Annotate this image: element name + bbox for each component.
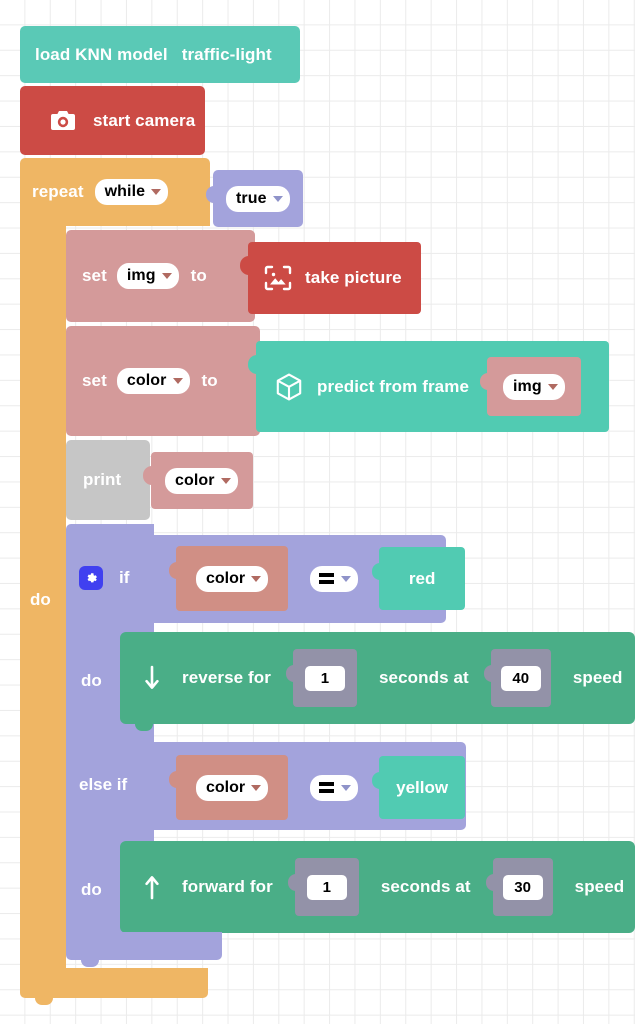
gear-icon[interactable] [79,566,103,590]
chevron-down-icon [341,784,352,791]
forward-speed-block[interactable]: 30 [485,858,553,916]
camera-icon [50,110,76,132]
set-color-variable-value: color [126,372,167,389]
arrow-up-icon [144,874,160,900]
forward-duration-block[interactable]: 1 [287,858,359,916]
elseif-left-operand-dropdown[interactable]: color [196,774,269,801]
reverse-speed-input[interactable]: 40 [500,665,541,691]
image-frame-icon [263,264,293,292]
elseif-label: else if [79,775,128,794]
elseif-left-operand-value: color [206,778,246,796]
load-model-name: traffic-light [181,44,272,64]
print-argument-value: color [175,471,215,489]
if-condition-row: color red [168,546,466,611]
chevron-down-icon [547,383,558,390]
set-color-keyword: set [82,371,107,390]
repeat-keyword: repeat [32,182,84,201]
forward-speed-label: speed [574,877,625,896]
forward-mid-label: seconds at [380,877,471,896]
predict-arg-value: img [513,377,542,395]
print-keyword: print [83,470,122,489]
forward-duration-input[interactable]: 1 [306,874,347,900]
elseif-left-operand-block[interactable]: color [168,755,289,820]
if-left-operand-value: color [206,569,246,587]
reverse-speed-block[interactable]: 40 [483,649,551,707]
repeat-mode-value: while [104,183,146,200]
block-take-picture[interactable]: take picture [240,242,421,314]
load-model-label: load KNN model [35,44,168,64]
if-right-operand-block[interactable]: red [372,547,466,610]
predict-arg-block[interactable]: img [480,357,581,416]
reverse-action-label: reverse for [182,668,271,687]
if-block-foot [66,932,222,967]
block-print[interactable]: print [66,440,150,520]
block-print-argument[interactable]: color [143,452,253,509]
set-img-variable-dropdown[interactable]: img [116,263,179,289]
print-argument-dropdown[interactable]: color [165,467,238,494]
true-value-text: true [236,189,267,207]
take-picture-label: take picture [305,268,402,287]
chevron-down-icon [251,784,262,791]
blockly-workspace[interactable]: load KNN model traffic-light start camer… [0,0,635,1024]
equals-icon [319,782,335,793]
if-right-operand-value: red [408,568,436,588]
set-color-variable-dropdown[interactable]: color [116,368,190,394]
set-img-variable-value: img [126,267,156,284]
elseif-right-operand-block[interactable]: yellow [372,756,466,819]
block-set-color[interactable]: set color to [66,326,260,436]
set-color-to-label: to [201,371,218,390]
chevron-down-icon [341,575,352,582]
block-predict-from-frame[interactable]: predict from frame img [248,341,609,432]
repeat-do-label: do [30,590,51,609]
set-img-to-label: to [190,266,207,285]
elseif-right-operand-value: yellow [396,777,449,797]
chevron-down-icon [161,273,172,279]
cube-icon [274,372,304,402]
if-left-operand-block[interactable]: color [168,546,289,611]
repeat-block-foot [20,968,208,1005]
forward-action-label: forward for [182,877,273,896]
elseif-do-label: do [81,880,102,899]
if-do-label: do [81,671,102,690]
reverse-duration-input[interactable]: 1 [305,665,345,691]
reverse-duration-block[interactable]: 1 [286,649,357,707]
block-reverse[interactable]: reverse for 1 seconds at 40 speed [120,632,635,731]
equals-icon [319,573,335,584]
true-value-dropdown[interactable]: true [226,185,290,212]
elseif-condition-row: color yellow [168,755,466,820]
block-true-value[interactable]: true [206,170,303,227]
chevron-down-icon [251,575,262,582]
if-left-operand-dropdown[interactable]: color [196,565,269,592]
block-set-img[interactable]: set img to [66,230,255,322]
forward-speed-input[interactable]: 30 [502,874,543,900]
chevron-down-icon [220,477,231,484]
if-label: if [119,568,130,587]
arrow-down-icon [144,665,160,691]
elseif-operator-dropdown[interactable] [310,774,359,801]
if-gear-wrapper[interactable]: if [79,566,129,590]
predict-arg-dropdown[interactable]: img [503,373,565,400]
chevron-down-icon [172,378,183,384]
if-operator-dropdown[interactable] [310,565,359,592]
chevron-down-icon [151,189,162,195]
reverse-mid-label: seconds at [379,668,469,687]
block-repeat-header[interactable]: repeat while [20,158,210,226]
chevron-down-icon [272,195,283,202]
reverse-speed-label: speed [572,668,623,687]
block-load-knn-model[interactable]: load KNN model traffic-light [20,26,300,83]
set-img-keyword: set [82,266,107,285]
start-camera-label: start camera [93,110,196,130]
block-forward[interactable]: forward for 1 seconds at 30 speed [120,841,635,940]
predict-from-frame-label: predict from frame [317,376,470,396]
repeat-mode-dropdown[interactable]: while [94,179,169,205]
block-start-camera[interactable]: start camera [20,86,205,155]
